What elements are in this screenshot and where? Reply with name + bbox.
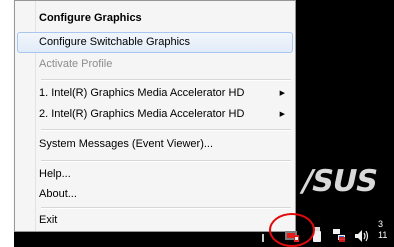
menu-separator — [41, 129, 291, 131]
tray-clock[interactable]: 3 11 — [378, 219, 394, 241]
menu-item-label: Exit — [39, 214, 58, 226]
menu-item-label: Configure Graphics — [39, 12, 142, 24]
menu-item-intel-adapter-1[interactable]: 1. Intel(R) Graphics Media Accelerator H… — [17, 83, 293, 104]
clock-line-2: 11 — [378, 230, 388, 240]
menu-item-configure-graphics[interactable]: Configure Graphics — [17, 8, 293, 29]
menu-item-label: About... — [39, 188, 77, 200]
submenu-arrow-icon: ▶ — [279, 90, 285, 97]
highlight-circle — [269, 213, 315, 247]
menu-item-label: 2. Intel(R) Graphics Media Accelerator H… — [39, 108, 245, 120]
menu-item-label: Help... — [39, 168, 71, 180]
menu-item-about[interactable]: About... — [17, 184, 293, 205]
menu-item-configure-switchable-graphics[interactable]: Configure Switchable Graphics — [17, 32, 293, 53]
clock-line-1: 3 — [378, 219, 384, 229]
volume-icon[interactable] — [355, 229, 369, 242]
asus-logo: /SUS — [298, 167, 381, 197]
context-menu: Configure Graphics Configure Switchable … — [14, 0, 296, 232]
menu-item-label: System Messages (Event Viewer)... — [39, 138, 214, 150]
network-icon[interactable] — [333, 229, 346, 242]
menu-item-label: Activate Profile — [39, 58, 113, 70]
tray-divider — [262, 234, 264, 242]
menu-separator — [41, 160, 291, 162]
menu-item-label: Configure Switchable Graphics — [39, 36, 191, 48]
menu-item-system-messages[interactable]: System Messages (Event Viewer)... — [17, 134, 293, 155]
menu-separator — [41, 207, 291, 209]
menu-separator — [41, 79, 291, 81]
menu-item-intel-adapter-2[interactable]: 2. Intel(R) Graphics Media Accelerator H… — [17, 104, 293, 125]
submenu-arrow-icon: ▶ — [279, 111, 285, 118]
system-tray — [0, 226, 394, 247]
desktop-edge — [0, 0, 14, 247]
menu-item-label: 1. Intel(R) Graphics Media Accelerator H… — [39, 87, 245, 99]
menu-item-help[interactable]: Help... — [17, 164, 293, 185]
menu-item-activate-profile: Activate Profile — [17, 54, 293, 75]
